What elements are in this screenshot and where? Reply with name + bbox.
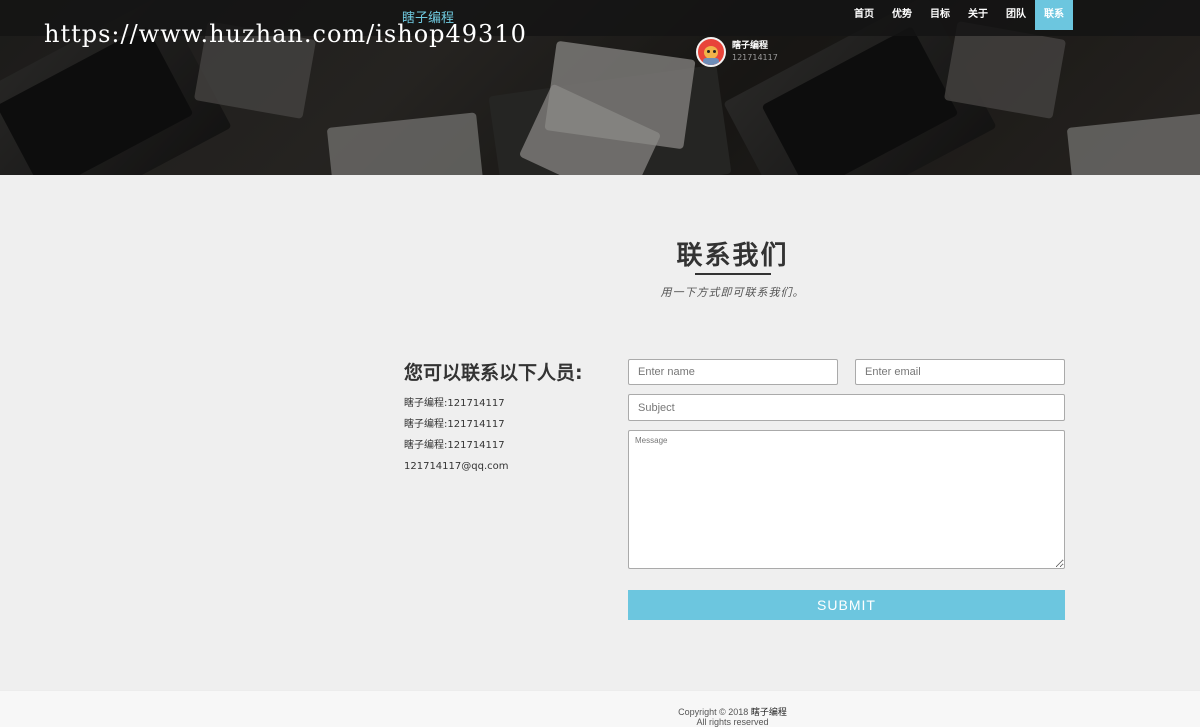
avatar-body-icon xyxy=(703,58,719,65)
rights-text: All rights reserved xyxy=(696,717,769,727)
avatar-eye-icon xyxy=(713,50,716,53)
profile-info: 瞎子编程 121714117 xyxy=(732,40,778,64)
contact-people-list: 瞎子编程:121714117 瞎子编程:121714117 瞎子编程:12171… xyxy=(404,397,509,481)
contact-person: 瞎子编程:121714117 xyxy=(404,440,505,451)
avatar xyxy=(696,37,726,67)
watermark-url: https://www.huzhan.com/ishop49310 xyxy=(44,20,527,48)
contact-email: 121714117@qq.com xyxy=(404,461,509,472)
profile-id: 121714117 xyxy=(732,53,778,62)
nav-menu: 首页 优势 目标 关于 团队 联系 xyxy=(845,0,1073,30)
section-subtitle: 用一下方式即可联系我们。 xyxy=(660,286,805,299)
copyright: Copyright © 2018 瞎子编程 All rights reserve… xyxy=(0,707,1200,727)
message-textarea[interactable] xyxy=(628,430,1065,569)
submit-button[interactable]: SUBMIT xyxy=(628,590,1065,620)
nav-item-goals[interactable]: 目标 xyxy=(921,0,959,30)
contact-person: 瞎子编程:121714117 xyxy=(404,398,505,409)
section-title: 联系我们 xyxy=(676,241,789,271)
copyright-brand: 瞎子编程 xyxy=(750,707,787,717)
avatar-eye-icon xyxy=(707,50,710,53)
name-input[interactable] xyxy=(628,359,838,385)
copyright-text: Copyright © 2018 xyxy=(678,707,749,717)
nav-item-advantages[interactable]: 优势 xyxy=(883,0,921,30)
contact-people-heading: 您可以联系以下人员: xyxy=(404,362,583,384)
email-input[interactable] xyxy=(855,359,1065,385)
nav-item-team[interactable]: 团队 xyxy=(997,0,1035,30)
footer: Copyright © 2018 瞎子编程 All rights reserve… xyxy=(0,690,1200,727)
nav-item-home[interactable]: 首页 xyxy=(845,0,883,30)
nav-item-about[interactable]: 关于 xyxy=(959,0,997,30)
profile-name: 瞎子编程 xyxy=(732,41,769,51)
contact-person: 瞎子编程:121714117 xyxy=(404,419,505,430)
nav-item-contact[interactable]: 联系 xyxy=(1035,0,1073,30)
subject-input[interactable] xyxy=(628,394,1065,421)
title-divider xyxy=(695,273,771,275)
profile-card: 瞎子编程 121714117 xyxy=(696,37,778,67)
